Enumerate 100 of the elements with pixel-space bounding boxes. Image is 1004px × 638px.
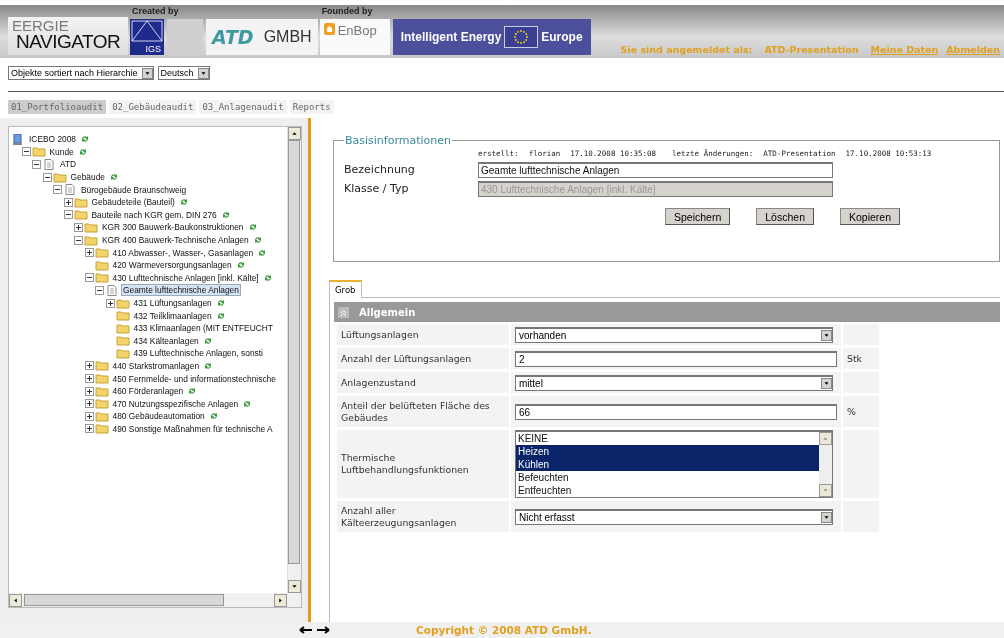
list-option[interactable]: Kühlen [516,458,819,471]
unit-label: % [847,406,856,417]
scroll-right-icon[interactable] [274,593,287,607]
copyright-text: Copyright © 2008 ATD GmbH. [416,624,592,636]
expand-icon[interactable] [84,386,94,396]
folder-icon [115,322,130,334]
select-field[interactable]: Deutsch [157,66,210,80]
tree-item[interactable]: ICEBO 2008 [27,133,79,146]
folder-icon [115,297,130,309]
field-label: Anteil der belüfteten Fläche des Gebäudes [341,399,491,424]
tab[interactable]: Grob [329,280,362,298]
tab[interactable]: 02_Gebäudeaudit [109,100,197,114]
arrow-right-icon[interactable] [316,626,330,634]
tree-item[interactable]: KGR 300 Bauwerk-Baukonstruktionen [100,221,246,234]
input-field[interactable]: Geamte lufttechnische Anlagen [478,161,833,178]
collapse-icon[interactable] [63,210,73,220]
logo [167,19,203,55]
tree-item[interactable]: 410 Abwasser-, Wasser-, Gasanlagen [110,246,256,259]
tree-item[interactable]: 480 Gebäudeautomation [110,410,207,423]
list-box[interactable]: KEINE Heizen Kühlen Befeuchten Entfeuchten [515,430,833,498]
select-field[interactable]: vorhanden [515,326,833,343]
tree-item[interactable]: 430 Lufttechnische Anlagen [inkl. Kälte] [110,271,261,284]
folder-icon [84,221,98,233]
tree-item[interactable]: Kunde [47,145,76,158]
tree-item[interactable]: 490 Sonstige Maßnahmen für technische A [110,422,275,435]
tree-item[interactable]: 439 Lufttechnische Anlagen, sonsti [131,347,265,360]
caption: Created by [131,6,180,18]
input-field[interactable]: 2 [515,350,837,367]
login-text: Sie sind angemeldet als: [620,44,753,55]
select-field[interactable]: mittel [515,374,833,391]
folder-icon [94,360,109,372]
tree-item[interactable]: Bürogebäude Braunschweig [79,183,189,196]
action-button[interactable]: Speichern [665,208,731,225]
folder-icon [84,234,98,246]
folder-icon [94,385,109,397]
tree-item[interactable]: 434 Kälteanlagen [131,334,201,347]
collapse-icon[interactable] [21,147,31,157]
action-button[interactable]: Kopieren [840,208,900,225]
collapse-icon[interactable] [53,185,62,195]
collapse-icon[interactable] [42,172,52,182]
tree-item[interactable]: Bauteile nach KGR gem. DIN 276 [89,208,219,221]
tree-item[interactable]: 420 Wärmeversorgungsanlagen [110,259,234,272]
field-label: Klasse / Typ [344,182,410,195]
folder-icon [73,196,88,208]
folder-icon [31,146,46,158]
tree-item[interactable]: 460 Förderanlagen [110,385,186,398]
field-label: Thermische Luftbehandlungsfunktionen [341,452,470,476]
list-option[interactable]: Heizen [516,445,819,458]
section-title: Allgemein [359,306,416,318]
expand-icon[interactable] [84,361,94,371]
scroll-down-icon[interactable] [288,580,301,593]
tree-item[interactable]: 432 Teilklimaanlagen [131,309,214,322]
folder-icon [94,398,109,410]
tab[interactable]: Reports [289,100,334,114]
tree-item[interactable]: KGR 400 Bauwerk-Technische Anlagen [100,234,251,247]
logo: EERGIE NAVIGATOR [8,17,128,55]
select-field[interactable]: Nicht erfasst [515,508,833,525]
expand-icon[interactable] [105,298,115,308]
folder-icon [115,310,130,322]
arrow-left-icon[interactable] [299,626,313,634]
tree-item[interactable]: 440 Starkstromanlagen [110,360,202,372]
folder-icon [52,171,67,183]
scrollbar-thumb[interactable] [24,594,224,606]
select-field[interactable]: Objekte sortiert nach Hierarchie [8,66,154,80]
expand-icon[interactable] [84,411,94,421]
tree-item[interactable]: ATD [58,158,79,171]
tab[interactable]: 01_Portfolioaudit [8,100,107,114]
tree-item[interactable]: 470 Nutzungsspezifische Anlagen [110,397,241,410]
expand-icon[interactable] [63,197,73,207]
tab[interactable]: 03_Anlagenaudit [199,100,287,114]
unit-label: Stk [847,353,862,364]
tree-item[interactable]: 431 Lüftungsanlagen [131,297,214,309]
folder-icon [115,347,130,359]
folder-icon [94,410,109,422]
expand-icon[interactable] [84,424,94,434]
folder-icon [73,209,88,221]
input-field[interactable]: 66 [515,403,837,420]
collapse-icon[interactable] [95,285,104,295]
logo: IGS [130,19,164,55]
collapse-icon[interactable] [84,273,94,283]
tree-item[interactable]: Geamte lufttechnische Anlagen [121,284,241,297]
tree-item[interactable]: 450 Fernmelde- und informationstechnische [110,372,278,385]
expand-icon[interactable] [74,222,83,232]
scroll-up-icon[interactable] [288,127,301,140]
document-icon [42,159,56,170]
expand-icon[interactable] [84,248,94,258]
collapse-icon[interactable] [32,160,41,169]
action-button[interactable]: Löschen [756,208,814,225]
tree-item[interactable]: 433 Klimaanlagen (MIT ENTFEUCHT [131,322,275,335]
field-label: Lüftungsanlagen [341,328,419,341]
scrollbar-thumb[interactable] [288,140,300,564]
tree-item[interactable]: Gebäude [68,171,107,184]
collapse-icon[interactable] [74,235,83,245]
expand-icon[interactable] [84,399,94,409]
server-icon [11,133,25,145]
expand-icon[interactable] [84,374,94,384]
folder-icon [94,247,109,259]
logo: Intelligent Energy Europe [392,19,591,55]
scroll-left-icon[interactable] [9,593,22,607]
tree-item[interactable]: Gebäudeteile (Bauteil) [89,196,177,209]
